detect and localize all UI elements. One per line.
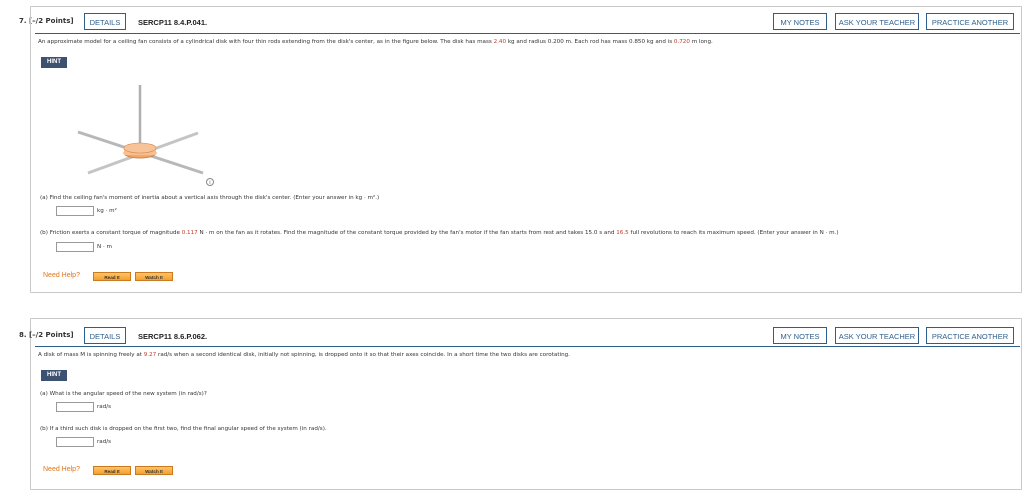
part-b-question: (b) Friction exerts a constant torque of… [40, 230, 839, 236]
need-help-label: Need Help? [43, 466, 80, 473]
problem-8-statement: A disk of mass M is spinning freely at 9… [38, 352, 570, 358]
my-notes-button[interactable]: MY NOTES [773, 13, 827, 30]
part-b-unit: rad/s [97, 439, 112, 445]
problem-8-code: SERCP11 8.6.P.062. [138, 332, 208, 341]
info-icon[interactable]: i [206, 178, 214, 186]
watch-it-button[interactable]: Watch It [135, 272, 173, 281]
hint-button[interactable]: HINT [41, 370, 67, 381]
fan-disk-top [123, 142, 157, 154]
details-button[interactable]: DETAILS [84, 13, 126, 30]
ceiling-fan-figure [77, 85, 204, 175]
ask-your-teacher-button[interactable]: ASK YOUR TEACHER [835, 13, 919, 30]
problem-7-code: SERCP11 8.4.P.041. [138, 18, 208, 27]
part-b-answer-input[interactable] [56, 242, 94, 252]
part-a-answer-input[interactable] [56, 206, 94, 216]
part-b-unit: N · m [97, 244, 112, 250]
divider [35, 33, 1020, 34]
part-b-question: (b) If a third such disk is dropped on t… [40, 426, 327, 432]
part-b-answer-input[interactable] [56, 437, 94, 447]
practice-another-button[interactable]: PRACTICE ANOTHER [926, 327, 1014, 344]
divider [35, 346, 1020, 347]
problem-8-number: 8. [–/2 Points] [19, 331, 74, 339]
read-it-button[interactable]: Read It [93, 466, 131, 475]
part-a-question: (a) Find the ceiling fan's moment of ine… [40, 195, 380, 201]
problem-7-statement: An approximate model for a ceiling fan c… [38, 39, 713, 45]
need-help-label: Need Help? [43, 272, 80, 279]
part-a-unit: rad/s [97, 404, 112, 410]
details-button[interactable]: DETAILS [84, 327, 126, 344]
watch-it-button[interactable]: Watch It [135, 466, 173, 475]
ask-your-teacher-button[interactable]: ASK YOUR TEACHER [835, 327, 919, 344]
practice-another-button[interactable]: PRACTICE ANOTHER [926, 13, 1014, 30]
part-a-unit: kg · m² [97, 208, 117, 214]
hint-button[interactable]: HINT [41, 57, 67, 68]
read-it-button[interactable]: Read It [93, 272, 131, 281]
problem-7-number: 7. [–/2 Points] [19, 17, 74, 25]
my-notes-button[interactable]: MY NOTES [773, 327, 827, 344]
part-a-question: (a) What is the angular speed of the new… [40, 391, 207, 397]
part-a-answer-input[interactable] [56, 402, 94, 412]
